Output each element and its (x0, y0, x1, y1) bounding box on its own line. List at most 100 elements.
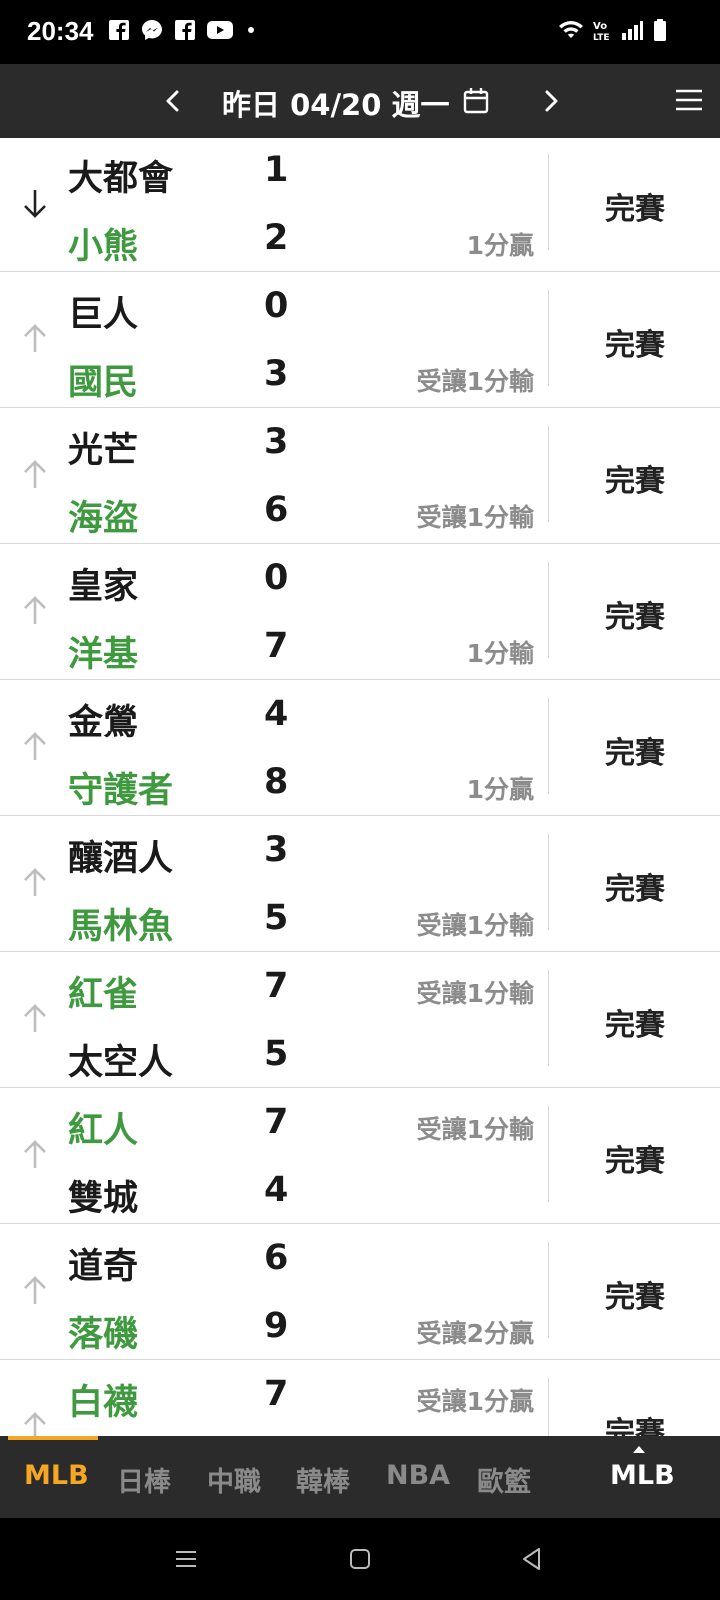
svg-text:LTE: LTE (593, 33, 610, 42)
signal-icon (622, 21, 643, 40)
away-team-name: 金鶯 (68, 703, 139, 743)
game-status: 完賽 (605, 600, 665, 635)
arrow-down-icon[interactable] (20, 185, 50, 221)
arrow-up-icon[interactable] (20, 1001, 50, 1037)
caret-up-icon[interactable] (632, 1444, 646, 1454)
game-row[interactable]: 紅雀 7 受讓1分輸太空人 5 完賽 (0, 952, 720, 1088)
game-row[interactable]: 大都會 1 小熊 2 1分贏 完賽 (0, 138, 720, 272)
calendar-icon[interactable] (462, 86, 490, 116)
home-team-score: 3 (264, 354, 289, 394)
away-team-name: 皇家 (68, 567, 139, 607)
arrow-up-icon[interactable] (20, 1273, 50, 1309)
away-spread-result: 受讓1分輸 (416, 1115, 534, 1144)
home-spread-result: 受讓2分贏 (416, 1319, 534, 1348)
game-row[interactable]: 紅人 7 受讓1分輸雙城 4 完賽 (0, 1088, 720, 1224)
row-divider (548, 290, 549, 386)
home-team-name: 洋基 (68, 635, 139, 675)
home-team-name: 國民 (68, 363, 139, 403)
game-status: 完賽 (605, 872, 665, 907)
arrow-up-icon[interactable] (20, 1409, 50, 1436)
arrow-up-icon[interactable] (20, 729, 50, 765)
arrow-up-icon[interactable] (20, 865, 50, 901)
game-row[interactable]: 釀酒人 3 馬林魚 5 受讓1分輸 完賽 (0, 816, 720, 952)
arrow-up-icon[interactable] (20, 457, 50, 493)
game-status: 完賽 (605, 1280, 665, 1315)
home-team-score: 7 (264, 626, 289, 666)
home-team-name: 太空人 (68, 1043, 174, 1083)
home-team-name: 守護者 (68, 771, 174, 811)
tab-euro-basketball[interactable]: 歐籃 (477, 1460, 531, 1499)
recent-apps-icon[interactable] (171, 1544, 201, 1574)
game-row[interactable]: 光芒 3 海盜 6 受讓1分輸 完賽 (0, 408, 720, 544)
home-spread-result: 1分贏 (466, 231, 534, 260)
notification-icons (108, 18, 258, 42)
game-row[interactable]: 金鶯 4 守護者 8 1分贏 完賽 (0, 680, 720, 816)
arrow-up-icon[interactable] (20, 593, 50, 629)
away-spread-result: 受讓1分贏 (416, 1387, 534, 1416)
facebook-icon (109, 20, 129, 40)
arrow-up-icon[interactable] (20, 1137, 50, 1173)
game-status: 完賽 (605, 192, 665, 227)
home-team-name: 馬林魚 (68, 907, 174, 947)
away-team-score: 1 (264, 150, 289, 190)
system-status-icons: Vo LTE (558, 18, 668, 42)
row-divider (548, 970, 549, 1066)
game-row[interactable]: 巨人 0 國民 3 受讓1分輸 完賽 (0, 272, 720, 408)
away-spread-result: 受讓1分輸 (416, 979, 534, 1008)
battery-icon (654, 19, 666, 41)
home-team-score: 6 (264, 490, 289, 530)
row-divider (548, 698, 549, 794)
home-icon[interactable] (345, 1544, 375, 1574)
home-team-name: 落磯 (68, 1315, 139, 1355)
row-divider (548, 154, 549, 250)
away-team-name: 光芒 (68, 431, 139, 471)
row-divider (548, 1242, 549, 1338)
home-team-name: 小熊 (68, 227, 139, 267)
back-icon[interactable] (517, 1544, 547, 1574)
home-spread-result: 受讓1分輸 (416, 503, 534, 532)
game-list[interactable]: 大都會 1 小熊 2 1分贏 完賽 巨人 0 國民 3 受讓1分輸 完賽 光芒 3 海盜 6 受讓1分輸 完賽 皇家… (0, 138, 720, 1436)
game-row[interactable]: 皇家 0 洋基 7 1分輸 完賽 (0, 544, 720, 680)
game-status: 完賽 (605, 464, 665, 499)
game-status: 完賽 (605, 1144, 665, 1179)
tab-kbo[interactable]: 韓棒 (296, 1460, 350, 1499)
home-team-score: 4 (264, 1170, 289, 1210)
game-status: 完賽 (605, 1008, 665, 1043)
tab-cpbl[interactable]: 中職 (207, 1460, 261, 1499)
away-team-name: 紅雀 (68, 975, 139, 1015)
away-team-name: 道奇 (68, 1247, 139, 1287)
row-divider (548, 1106, 549, 1202)
away-team-score: 3 (264, 422, 289, 462)
current-league-selector[interactable]: MLB (610, 1460, 675, 1491)
tab-mlb[interactable]: MLB (24, 1460, 89, 1491)
home-team-score: 5 (264, 898, 289, 938)
game-status: 完賽 (605, 1416, 665, 1436)
youtube-icon (207, 21, 233, 39)
status-bar: 20:34 Vo LTE (0, 0, 720, 64)
date-header: 昨日 04/20 週一 (0, 64, 720, 138)
home-team-name: 雙城 (68, 1179, 139, 1219)
away-team-score: 3 (264, 830, 289, 870)
chevron-right-icon[interactable] (536, 84, 566, 118)
home-team-score: 2 (264, 218, 289, 258)
away-team-name: 紅人 (68, 1111, 139, 1151)
chevron-left-icon[interactable] (158, 84, 188, 118)
home-spread-result: 受讓1分輸 (416, 367, 534, 396)
home-team-score: 8 (264, 762, 289, 802)
row-divider (548, 562, 549, 658)
game-row[interactable]: 白襪 7 受讓1分贏完賽 (0, 1360, 720, 1436)
home-team-score: 5 (264, 1034, 289, 1074)
game-row[interactable]: 道奇 6 落磯 9 受讓2分贏 完賽 (0, 1224, 720, 1360)
tab-npb[interactable]: 日棒 (117, 1460, 171, 1499)
league-tabbar: MLB 日棒 中職 韓棒 NBA 歐籃 MLB (0, 1436, 720, 1518)
arrow-up-icon[interactable] (20, 321, 50, 357)
away-team-score: 7 (264, 966, 289, 1006)
tab-nba[interactable]: NBA (386, 1460, 450, 1491)
date-title[interactable]: 昨日 04/20 週一 (222, 82, 450, 124)
hamburger-menu-icon[interactable] (674, 86, 704, 114)
away-team-name: 釀酒人 (68, 839, 174, 879)
away-team-score: 4 (264, 694, 289, 734)
away-team-name: 白襪 (68, 1383, 139, 1423)
away-team-score: 7 (264, 1374, 289, 1414)
away-team-score: 7 (264, 1102, 289, 1142)
